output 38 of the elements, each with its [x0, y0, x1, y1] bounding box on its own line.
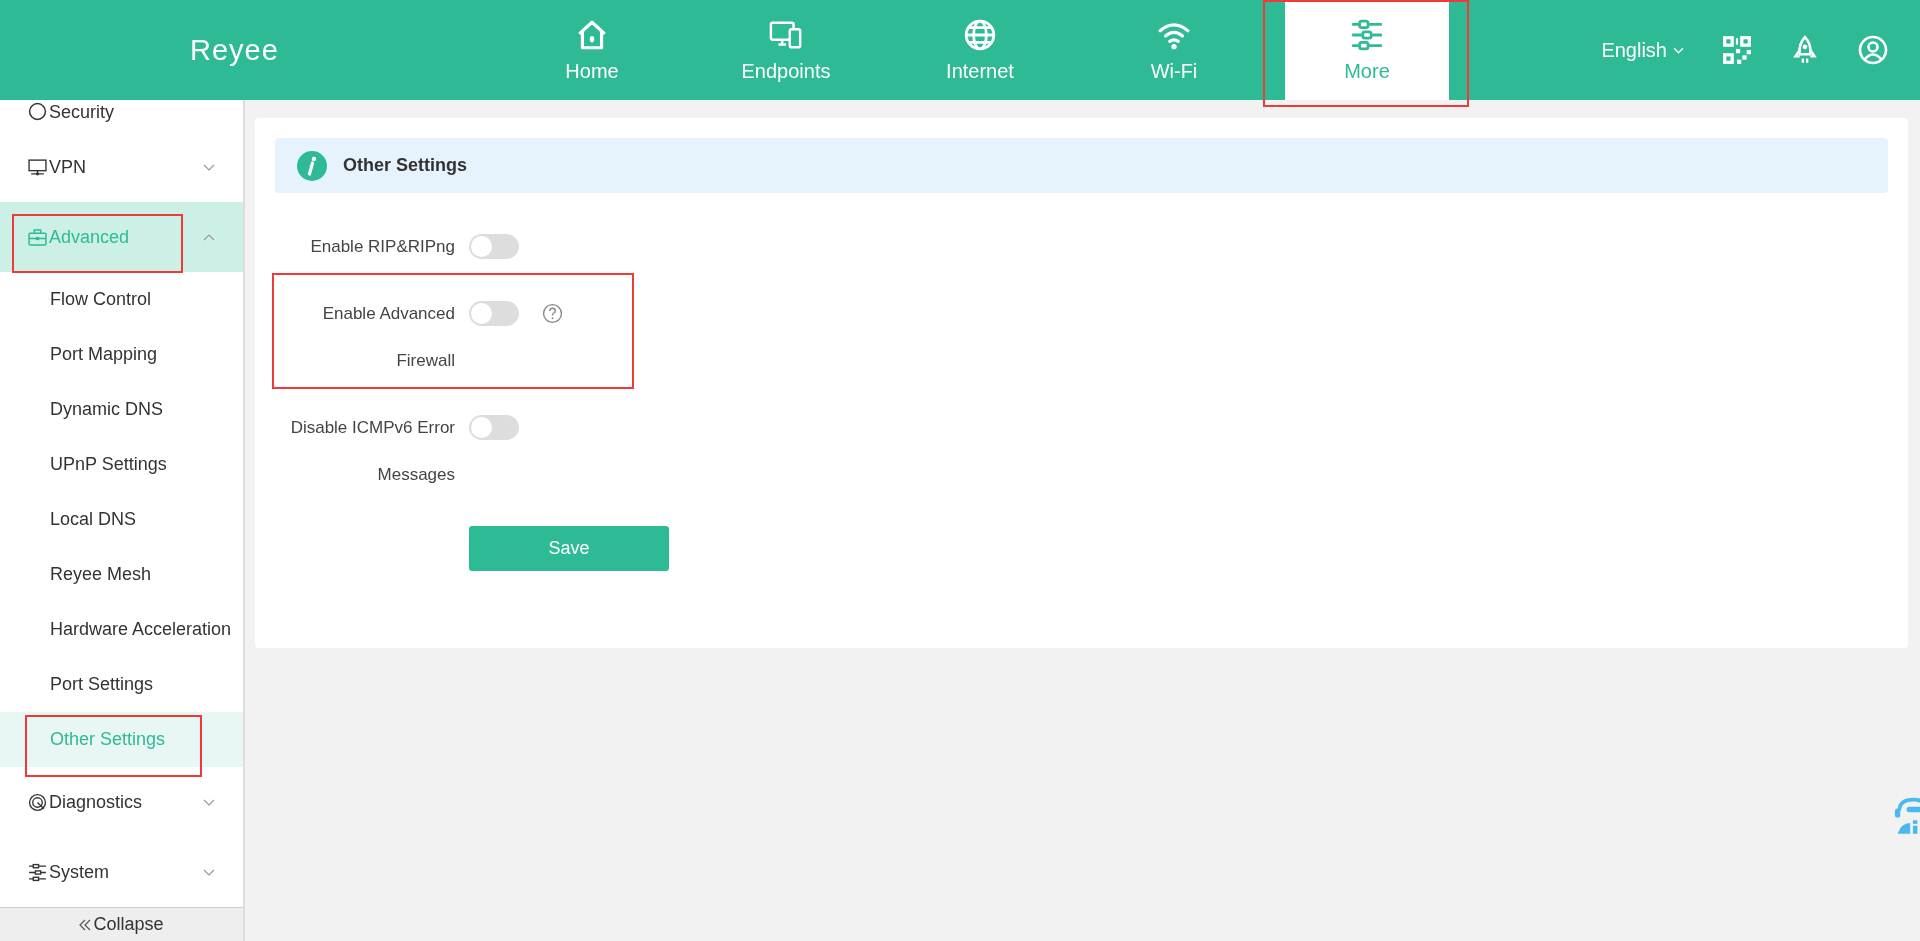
toggle-switch[interactable]	[469, 301, 519, 326]
sidebar-group[interactable]: Security	[0, 100, 243, 132]
chevron-up-icon	[203, 233, 215, 241]
sidebar-group[interactable]: Diagnostics	[0, 767, 243, 837]
logo: Reyee	[190, 33, 280, 67]
qr-code-icon[interactable]	[1722, 35, 1752, 65]
user-icon[interactable]	[1858, 35, 1888, 65]
setting-label: Enable RIP&RIPng	[309, 236, 455, 258]
help-icon[interactable]	[542, 303, 563, 324]
rocket-icon[interactable]	[1790, 35, 1820, 65]
sidebar-group[interactable]: System	[0, 837, 243, 907]
sidebar-item[interactable]: Reyee Mesh	[0, 547, 243, 602]
sidebar-item[interactable]: Local DNS	[0, 492, 243, 547]
toggle-switch[interactable]	[469, 415, 519, 440]
sidebar-group[interactable]: VPN	[0, 132, 243, 202]
chevron-down-icon	[203, 798, 215, 806]
collapse-button[interactable]: Collapse	[0, 907, 243, 941]
sidebar-item[interactable]: UPnP Settings	[0, 437, 243, 492]
setting-label: Enable Advanced Firewall	[321, 303, 455, 372]
info-icon	[297, 150, 327, 181]
double-chevron-left-icon	[79, 918, 92, 931]
sidebar-item[interactable]: Port Mapping	[0, 327, 243, 382]
caret-icon	[1673, 46, 1684, 54]
vpn-monitor-icon	[28, 157, 47, 177]
chevron-down-icon	[203, 868, 215, 876]
chevron-down-icon	[203, 163, 215, 171]
globe-icon	[963, 17, 997, 52]
toolbox-icon	[28, 227, 47, 247]
sidebar-item[interactable]: Dynamic DNS	[0, 382, 243, 437]
sidebar-item[interactable]: Port Settings	[0, 657, 243, 712]
sidebar-item[interactable]: Flow Control	[0, 272, 243, 327]
sidebar-item[interactable]: Hardware Acceleration	[0, 602, 243, 657]
panel-title: Other Settings	[343, 155, 467, 176]
sliders-icon	[28, 862, 47, 882]
radar-icon	[28, 792, 47, 812]
toggle-switch[interactable]	[469, 234, 519, 259]
sliders-icon	[1350, 17, 1384, 52]
setting-label: Disable ICMPv6 Error Messages	[289, 417, 455, 486]
